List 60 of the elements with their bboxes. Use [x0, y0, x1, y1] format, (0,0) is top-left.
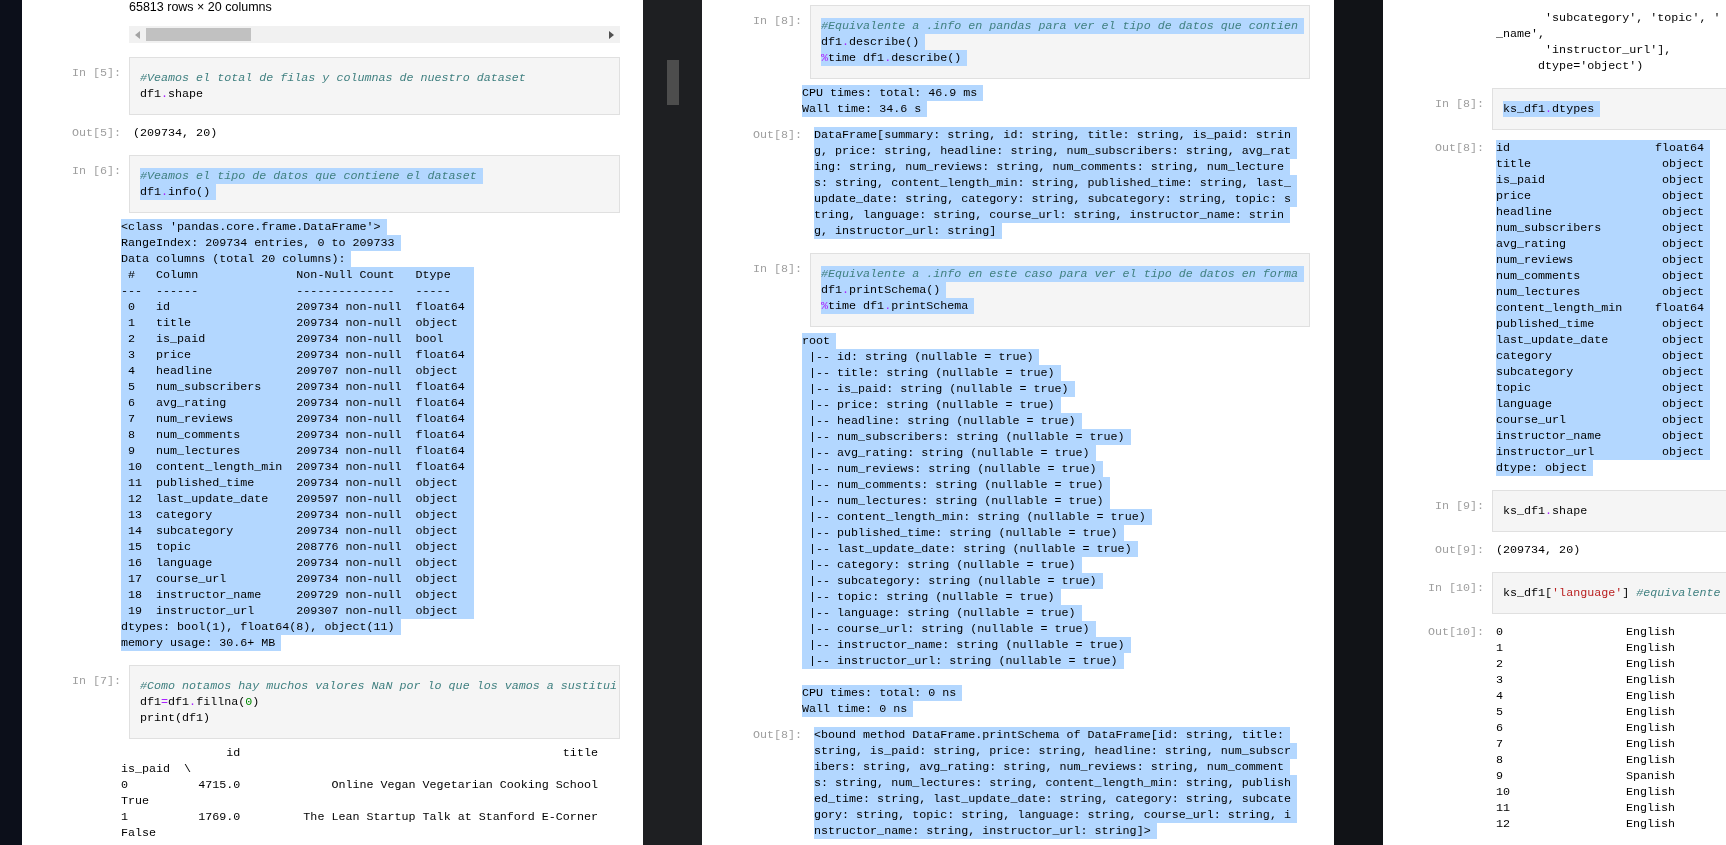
cell-prompt: In [10]:: [1427, 581, 1484, 595]
output-line: 8 English: [1496, 752, 1677, 768]
output-line: 6 English: [1496, 720, 1677, 736]
output-line: 9 Spanish: [1496, 768, 1677, 784]
output-line: 0 English: [1496, 624, 1677, 640]
output-line: 1 English: [1496, 640, 1677, 656]
code-line: #Veamos el total de filas y columnas de nuestro dataset: [140, 70, 527, 86]
code-cell[interactable]: #Como notamos hay muchos valores NaN por lo que los vamos a sustitui df1=df1.fillna(0) print(df1): [129, 665, 620, 739]
cell-prompt: In [6]:: [71, 164, 121, 178]
left-arrow-icon[interactable]: [135, 30, 140, 39]
code-cell[interactable]: ks_df1.dtypes: [1492, 88, 1726, 130]
output-line: 1 1769.0 The Lean Startup Talk at Stanford E-Corner: [121, 809, 599, 825]
code-line: #Como notamos hay muchos valores NaN por lo que los vamos a sustitui: [140, 678, 618, 694]
output-line: 7 English: [1496, 736, 1677, 752]
scrollbar-thumb[interactable]: [666, 60, 679, 105]
output-line: 'subcategory', 'topic', ': [1544, 10, 1722, 26]
output-line: False: [121, 825, 158, 841]
code-cell[interactable]: #Equivalente a .info en este caso para ver el tipo de datos en forma df1.printSchema() %time df1.printSchema: [810, 253, 1310, 327]
code-line: df1.shape: [140, 86, 205, 102]
cell-prompt: In [8]:: [752, 262, 802, 276]
output-line: is_paid \: [121, 761, 193, 777]
cell-prompt: In [8]:: [752, 14, 802, 28]
output-line: 0 4715.0 Online Vegan Vegetarian Cooking School: [121, 777, 599, 793]
code-cell[interactable]: #Equivalente a .info en pandas para ver el tipo de datos que contien df1.describe() %time df1.describe(): [810, 5, 1310, 79]
table-caption: 65813 rows × 20 columns: [129, 0, 272, 14]
output-line: id title: [225, 745, 599, 761]
code-line: print(df1): [140, 710, 212, 726]
cell-prompt: Out[9]:: [1434, 543, 1484, 557]
output-line: 3 English: [1496, 672, 1677, 688]
output-line: 10 English: [1496, 784, 1677, 800]
code-line: ks_df1.shape: [1503, 503, 1589, 519]
cell-prompt: Out[8]:: [1434, 141, 1484, 155]
code-cell[interactable]: ks_df1['language'] #equivalente: [1492, 572, 1726, 614]
code-cell[interactable]: #Veamos el total de filas y columnas de nuestro dataset df1.shape: [129, 57, 620, 115]
code-line: df1=df1.fillna(0): [140, 694, 261, 710]
output-line: 2 English: [1496, 656, 1677, 672]
output-line: dtype='object'): [1537, 58, 1645, 74]
scrollbar-thumb[interactable]: [146, 28, 251, 41]
code-line: ks_df1['language'] #equivalente: [1503, 585, 1722, 601]
horizontal-scrollbar[interactable]: [129, 26, 620, 43]
output-line: 11 English: [1496, 800, 1677, 816]
cell-prompt: In [9]:: [1434, 499, 1484, 513]
code-cell[interactable]: #Veamos el tipo de datos que contiene el dataset df1.info(): [129, 155, 620, 213]
output-line: True: [121, 793, 151, 809]
cell-prompt: Out[8]:: [752, 128, 802, 142]
cell-prompt: In [7]:: [71, 674, 121, 688]
right-arrow-icon[interactable]: [609, 30, 614, 39]
cell-prompt: Out[8]:: [752, 728, 802, 742]
output-line: (209734, 20): [133, 125, 219, 141]
output-line: (209734, 20): [1496, 542, 1582, 558]
code-cell[interactable]: ks_df1.shape: [1492, 490, 1726, 532]
cell-prompt: In [8]:: [1434, 97, 1484, 111]
output-line: 12 English: [1496, 816, 1677, 832]
cell-prompt: In [5]:: [71, 66, 121, 80]
output-line: 4 English: [1496, 688, 1677, 704]
cell-prompt: Out[5]:: [71, 126, 121, 140]
output-line: _name',: [1496, 26, 1547, 42]
cell-prompt: Out[10]:: [1427, 625, 1484, 639]
output-line: 5 English: [1496, 704, 1677, 720]
output-line: 'instructor_url'],: [1544, 42, 1673, 58]
